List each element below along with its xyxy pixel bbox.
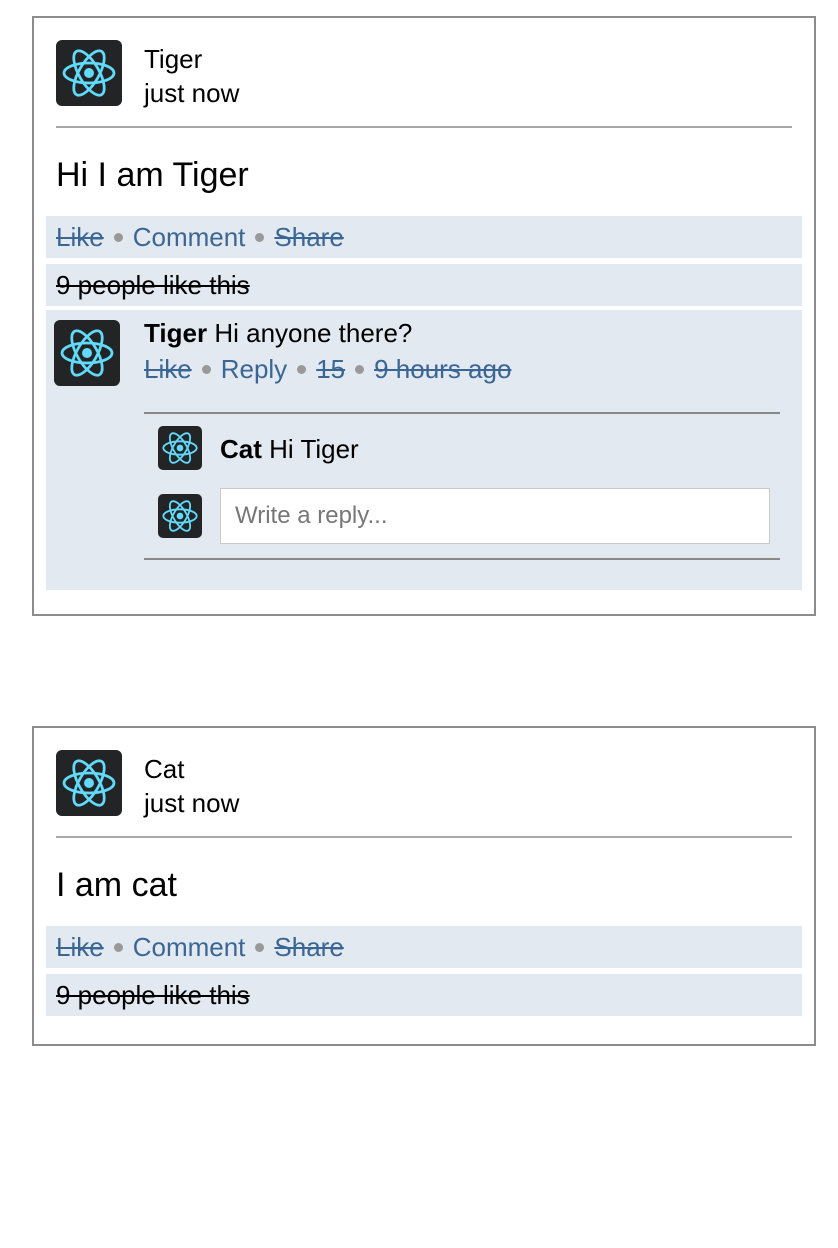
react-atom-icon bbox=[158, 494, 202, 538]
likes-count-text: 9 people like this bbox=[56, 270, 250, 300]
react-atom-icon bbox=[158, 426, 202, 470]
react-atom-icon bbox=[56, 750, 122, 816]
reply-input[interactable] bbox=[220, 488, 770, 544]
author-block: Cat just now bbox=[144, 752, 239, 820]
post-body: Hi I am Tiger bbox=[56, 156, 249, 194]
reply-text: Hi Tiger bbox=[269, 434, 359, 464]
reply-item: Cat Hi Tiger bbox=[220, 432, 359, 466]
share-link[interactable]: Share bbox=[274, 222, 343, 252]
comments-area: Tiger Hi anyone there? Like Reply 15 9 hour… bbox=[46, 310, 802, 590]
separator-dot bbox=[113, 942, 123, 952]
post-time: just now bbox=[144, 788, 240, 818]
separator-dot bbox=[255, 232, 265, 242]
comment-timestamp[interactable]: 9 hours ago bbox=[374, 354, 511, 384]
comment-reply-link[interactable]: Reply bbox=[221, 354, 287, 384]
author-name: Cat bbox=[144, 754, 185, 784]
reply-author[interactable]: Cat bbox=[220, 434, 262, 464]
share-link[interactable]: Share bbox=[274, 932, 343, 962]
comment-text: Hi anyone there? bbox=[214, 318, 413, 348]
separator-dot bbox=[355, 364, 365, 374]
author-name: Tiger bbox=[144, 44, 203, 74]
separator-dot bbox=[297, 364, 307, 374]
comment-like-link[interactable]: Like bbox=[144, 354, 192, 384]
likes-bar: 9 people like this bbox=[46, 974, 802, 1016]
separator-dot bbox=[255, 942, 265, 952]
author-block: Tiger just now bbox=[144, 42, 239, 110]
comment-actions: Like Reply 15 9 hours ago bbox=[144, 352, 511, 386]
post-card: Cat just now I am cat Like Comment Share 9… bbox=[32, 726, 816, 1046]
comment-content: Tiger Hi anyone there? bbox=[144, 316, 412, 350]
likes-count-text: 9 people like this bbox=[56, 980, 250, 1010]
comment-link[interactable]: Comment bbox=[133, 932, 246, 962]
react-atom-icon bbox=[56, 40, 122, 106]
react-atom-icon bbox=[54, 320, 120, 386]
comment-link[interactable]: Comment bbox=[133, 222, 246, 252]
header-divider bbox=[56, 836, 792, 838]
action-bar: Like Comment Share bbox=[46, 926, 802, 968]
action-bar: Like Comment Share bbox=[46, 216, 802, 258]
comment-like-count[interactable]: 15 bbox=[316, 354, 345, 384]
post-body: I am cat bbox=[56, 866, 177, 904]
like-link[interactable]: Like bbox=[56, 932, 104, 962]
post-card: Tiger just now Hi I am Tiger Like Comment… bbox=[32, 16, 816, 616]
replies-section: Cat Hi Tiger bbox=[144, 412, 780, 560]
separator-dot bbox=[201, 364, 211, 374]
likes-bar: 9 people like this bbox=[46, 264, 802, 306]
header-divider bbox=[56, 126, 792, 128]
post-time: just now bbox=[144, 78, 240, 108]
comment-author[interactable]: Tiger bbox=[144, 318, 207, 348]
separator-dot bbox=[113, 232, 123, 242]
like-link[interactable]: Like bbox=[56, 222, 104, 252]
